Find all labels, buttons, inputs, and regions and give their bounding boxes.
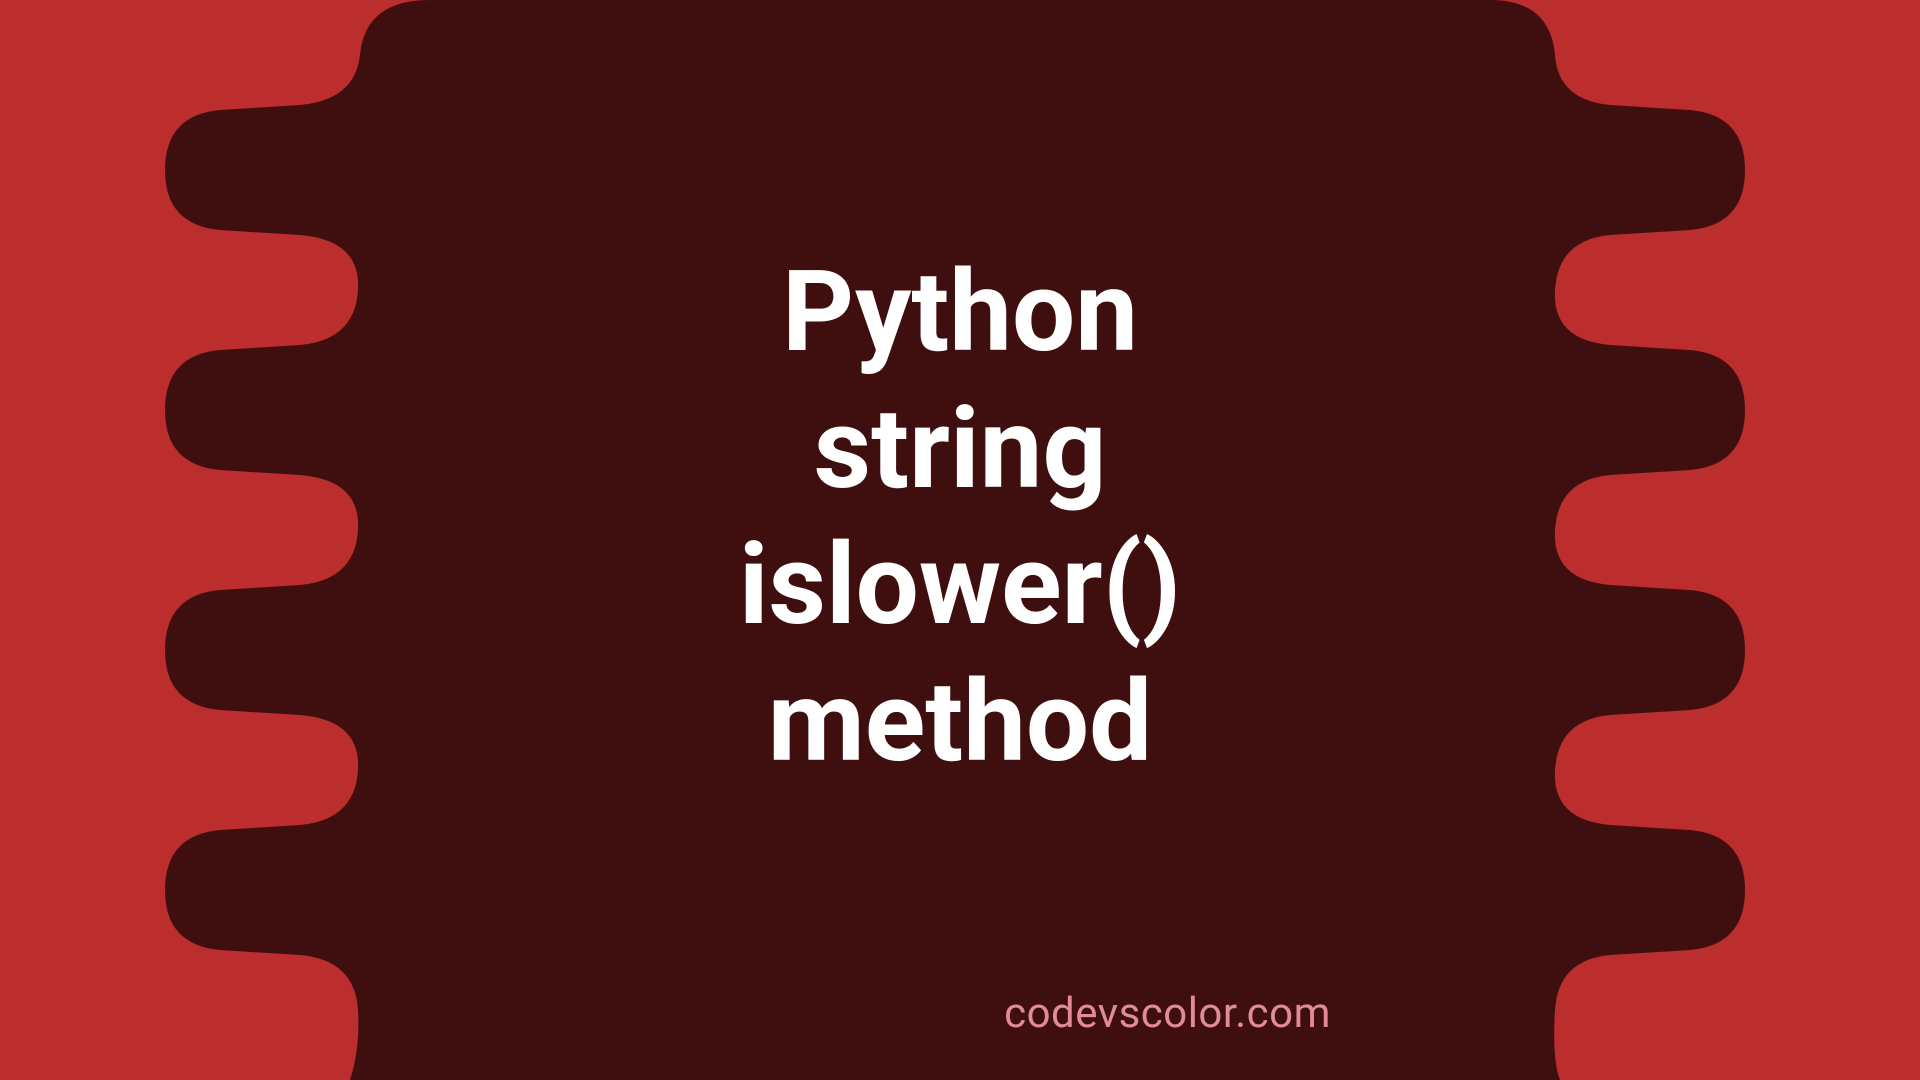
banner-title: Python string islower() method <box>739 245 1181 792</box>
watermark-text: codevscolor.com <box>1004 989 1331 1038</box>
banner-canvas: Python string islower() method codevscol… <box>0 0 1920 1080</box>
